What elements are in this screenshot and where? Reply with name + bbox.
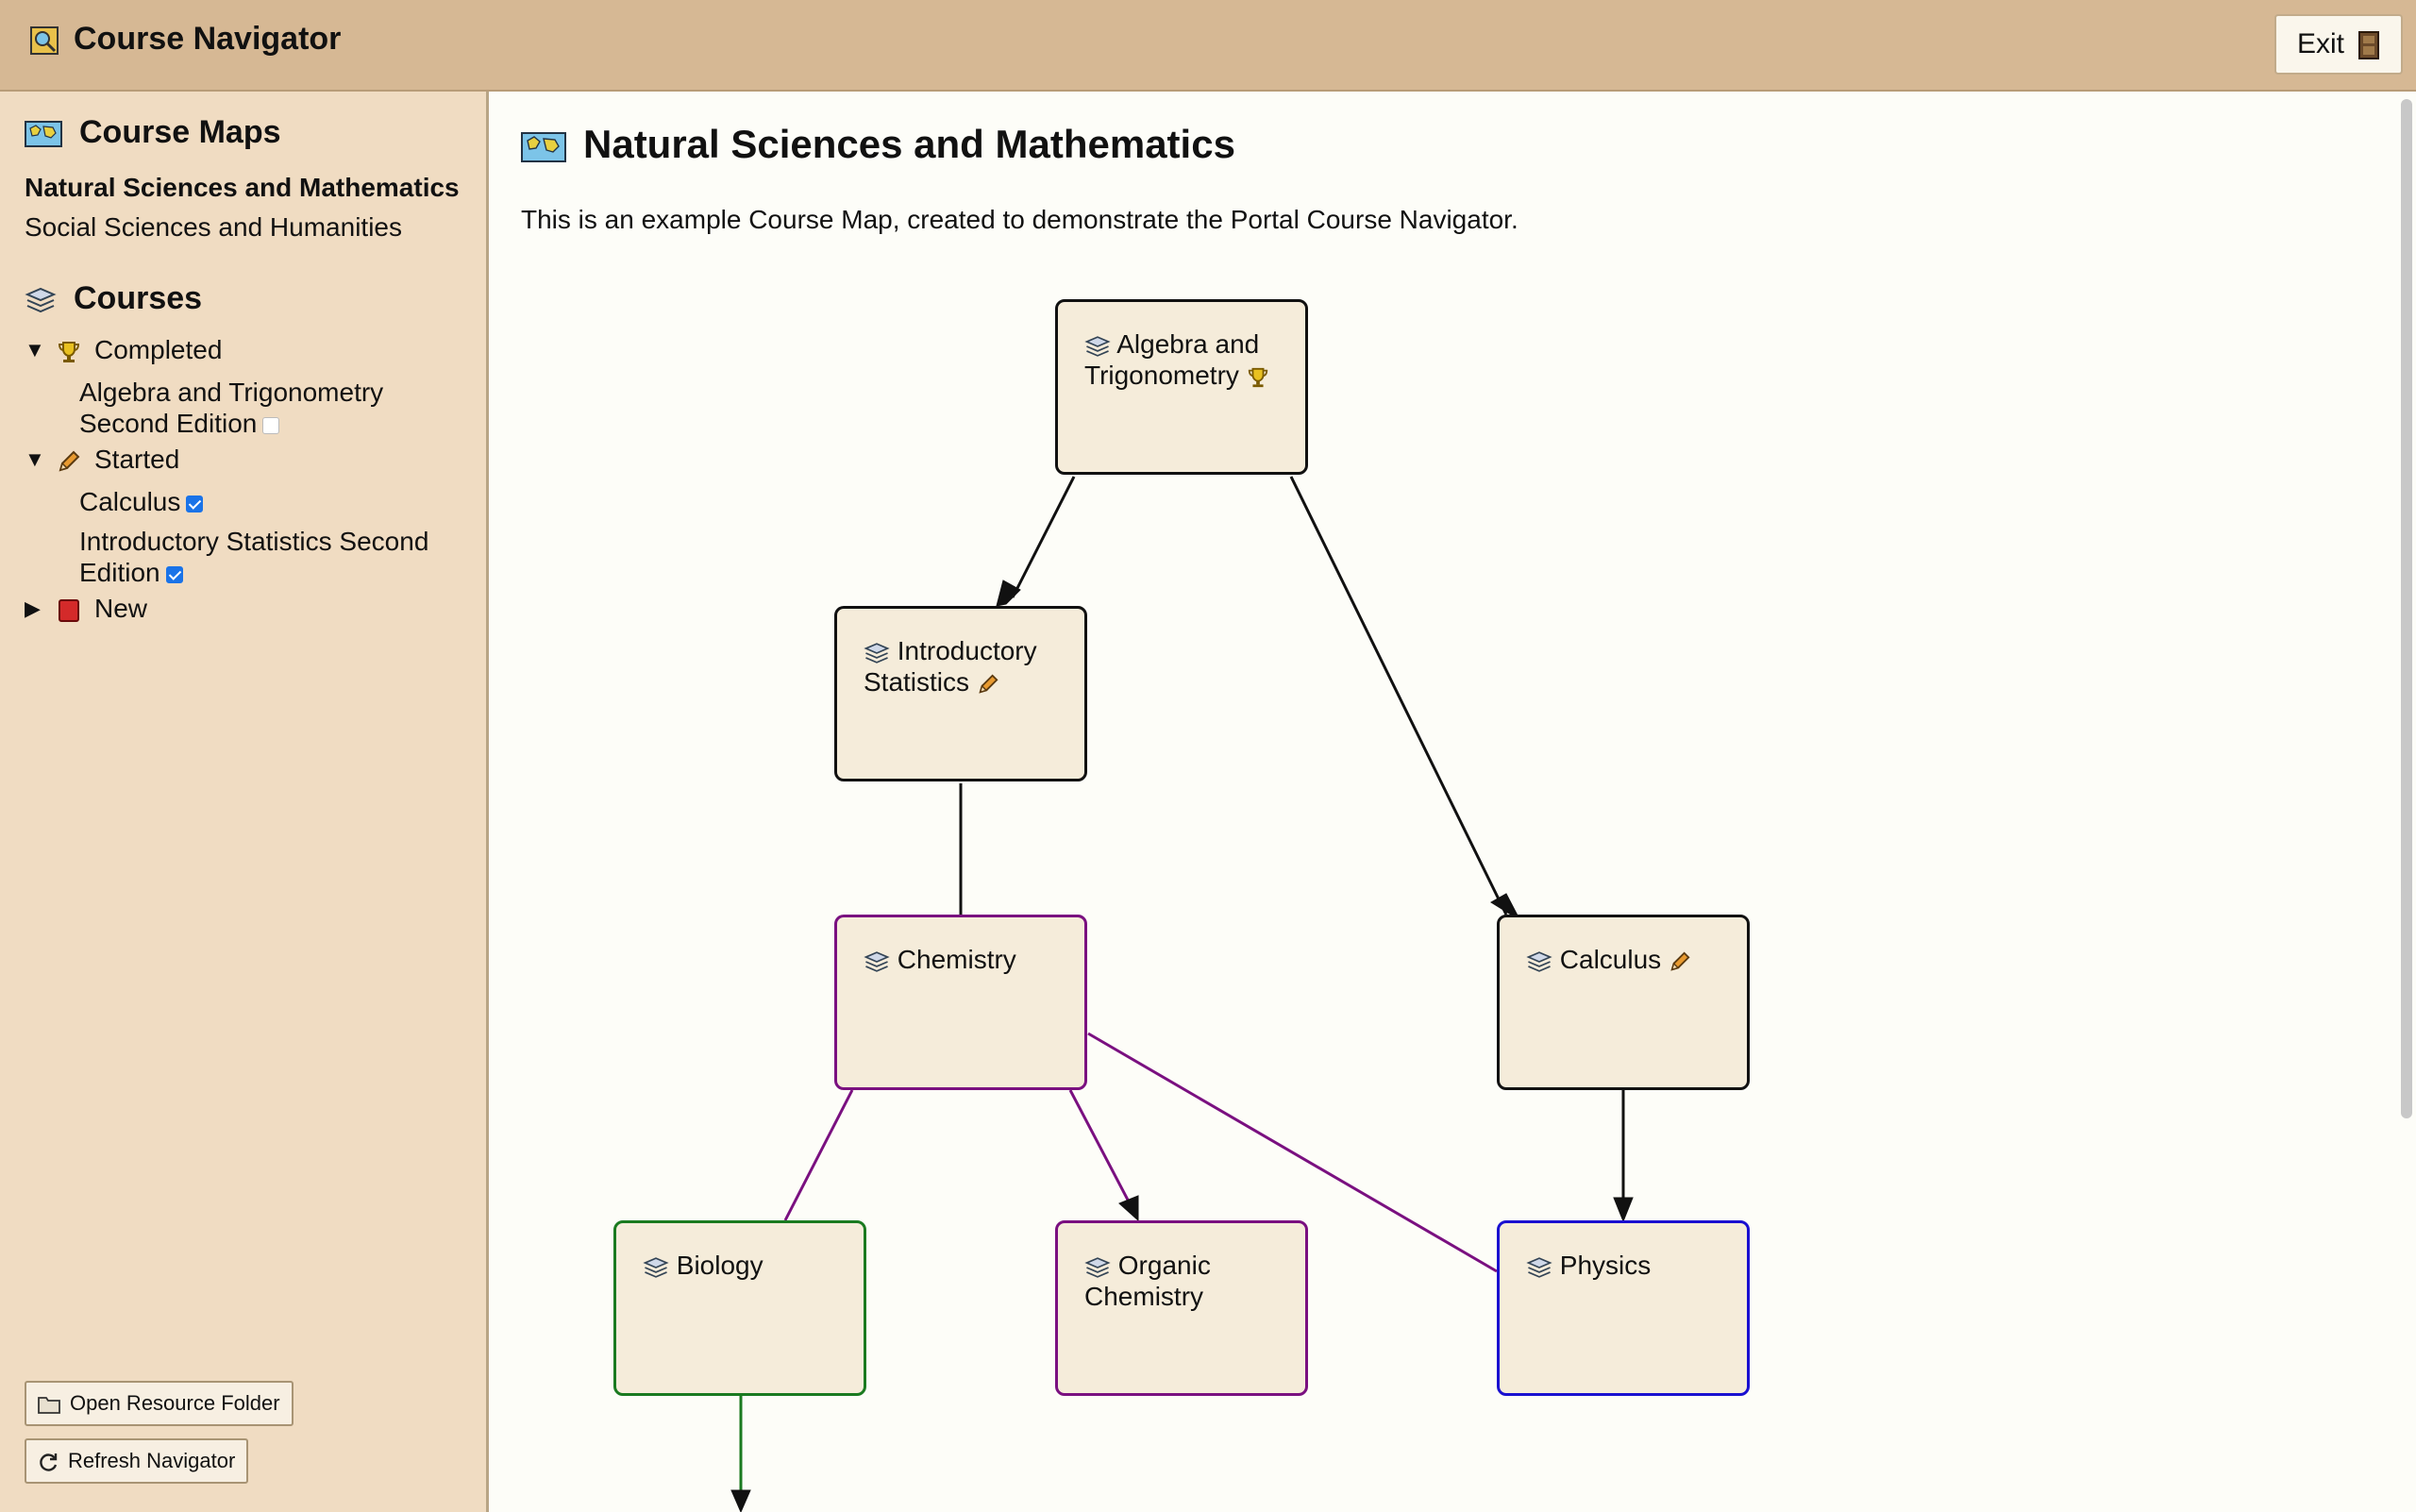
course-item-intro-stats[interactable]: Introductory Statistics Second Edition (79, 526, 428, 588)
course-item-algebra[interactable]: Algebra and Trigonometry Second Edition (79, 377, 383, 439)
calculus-checkbox[interactable] (186, 496, 204, 512)
edge-algebra-to-calculus (1289, 476, 1508, 916)
pencil-icon (979, 674, 998, 694)
algebra-checkbox[interactable] (262, 417, 280, 434)
refresh-icon (38, 1449, 59, 1473)
course-node-biology-label: Biology (676, 1251, 763, 1280)
course-node-physics-label: Physics (1559, 1251, 1652, 1280)
course-item-intro-stats-line1: Introductory Statistics Second (79, 527, 429, 556)
group-started-label: Started (94, 445, 180, 474)
stack-icon (1526, 1256, 1552, 1278)
trophy-icon (1248, 367, 1267, 387)
map-link-social-sciences[interactable]: Social Sciences and Humanities (25, 212, 402, 243)
course-node-algebra-line1: Algebra and (1116, 329, 1260, 359)
stack-icon (1084, 335, 1111, 357)
course-node-algebra-line2: Trigonometry (1084, 361, 1239, 390)
course-maps-heading-text: Course Maps (79, 114, 281, 150)
pencil-icon (1670, 951, 1690, 971)
course-item-algebra-line2: Second Edition (79, 409, 258, 438)
stack-icon (1084, 1256, 1111, 1278)
course-node-chemistry[interactable]: Chemistry (834, 915, 1087, 1090)
courses-heading-text: Courses (74, 280, 203, 316)
trophy-icon (57, 335, 81, 365)
sidebar: Course Maps Natural Sciences and Mathema… (0, 92, 489, 1512)
folder-icon (38, 1391, 60, 1416)
group-new[interactable]: ▶ New (25, 594, 147, 624)
course-node-physics[interactable]: Physics (1497, 1220, 1750, 1396)
red-book-icon (57, 594, 81, 624)
stack-icon (1526, 950, 1552, 972)
course-item-calculus[interactable]: Calculus (79, 486, 204, 517)
open-resource-folder-button[interactable]: Open Resource Folder (25, 1381, 294, 1426)
group-started[interactable]: ▼ Started (25, 445, 179, 475)
course-node-algebra[interactable]: Algebra and Trigonometry (1055, 299, 1308, 475)
edge-chemistry-to-organic (1068, 1089, 1132, 1206)
arrowhead-calculus-to-physics (1613, 1197, 1634, 1223)
course-node-calculus-label: Calculus (1559, 945, 1662, 974)
stack-icon (864, 950, 890, 972)
course-item-calculus-label: Calculus (79, 487, 181, 516)
exit-button[interactable]: Exit (2273, 14, 2403, 75)
open-resource-folder-label: Open Resource Folder (70, 1391, 280, 1415)
course-node-biology[interactable]: Biology (613, 1220, 866, 1396)
stack-icon (25, 280, 57, 317)
course-node-organic-line2: Chemistry (1084, 1282, 1204, 1311)
course-node-intro-stats-line1: Introductory (897, 636, 1037, 665)
arrowhead-chemistry-to-organic (1118, 1195, 1139, 1222)
edge-algebra-to-stats (1011, 476, 1076, 598)
door-icon (2357, 28, 2380, 60)
course-item-algebra-line1: Algebra and Trigonometry (79, 378, 384, 407)
intro-stats-checkbox[interactable] (165, 566, 183, 583)
refresh-navigator-button[interactable]: Refresh Navigator (25, 1438, 249, 1484)
map-search-icon (28, 21, 60, 58)
stack-icon (643, 1256, 669, 1278)
main-panel: Natural Sciences and Mathematics This is… (489, 92, 2416, 1512)
course-node-intro-stats-line2: Statistics (864, 667, 970, 697)
group-new-label: New (94, 594, 148, 623)
exit-label: Exit (2296, 28, 2344, 59)
arrowhead-biology-down (730, 1489, 751, 1512)
vertical-scrollbar[interactable] (2401, 99, 2412, 1118)
course-node-calculus[interactable]: Calculus (1497, 915, 1750, 1090)
course-node-organic-chemistry[interactable]: Organic Chemistry (1055, 1220, 1308, 1396)
expanded-triangle-icon[interactable]: ▼ (25, 338, 45, 362)
expanded-triangle-icon[interactable]: ▼ (25, 447, 45, 472)
refresh-navigator-label: Refresh Navigator (68, 1449, 236, 1472)
edge-chemistry-to-biology (783, 1089, 854, 1221)
group-completed-label: Completed (94, 335, 223, 364)
courses-heading: Courses (25, 280, 202, 317)
app-header: Course Navigator Exit (0, 0, 2416, 92)
collapsed-triangle-icon[interactable]: ▶ (25, 596, 43, 621)
pencil-icon (57, 445, 81, 475)
course-node-chemistry-label: Chemistry (897, 945, 1016, 974)
arrowhead-algebra-to-stats (996, 580, 1021, 607)
course-item-intro-stats-line2: Edition (79, 558, 160, 587)
world-map-icon (25, 114, 62, 151)
course-node-intro-stats[interactable]: Introductory Statistics (834, 606, 1087, 781)
stack-icon (864, 642, 890, 664)
map-link-natural-sciences[interactable]: Natural Sciences and Mathematics (25, 173, 460, 203)
course-maps-heading: Course Maps (25, 114, 281, 151)
course-node-organic-line1: Organic (1117, 1251, 1211, 1280)
app-title: Course Navigator (28, 21, 341, 58)
app-title-text: Course Navigator (74, 21, 342, 57)
group-completed[interactable]: ▼ Completed (25, 335, 222, 365)
